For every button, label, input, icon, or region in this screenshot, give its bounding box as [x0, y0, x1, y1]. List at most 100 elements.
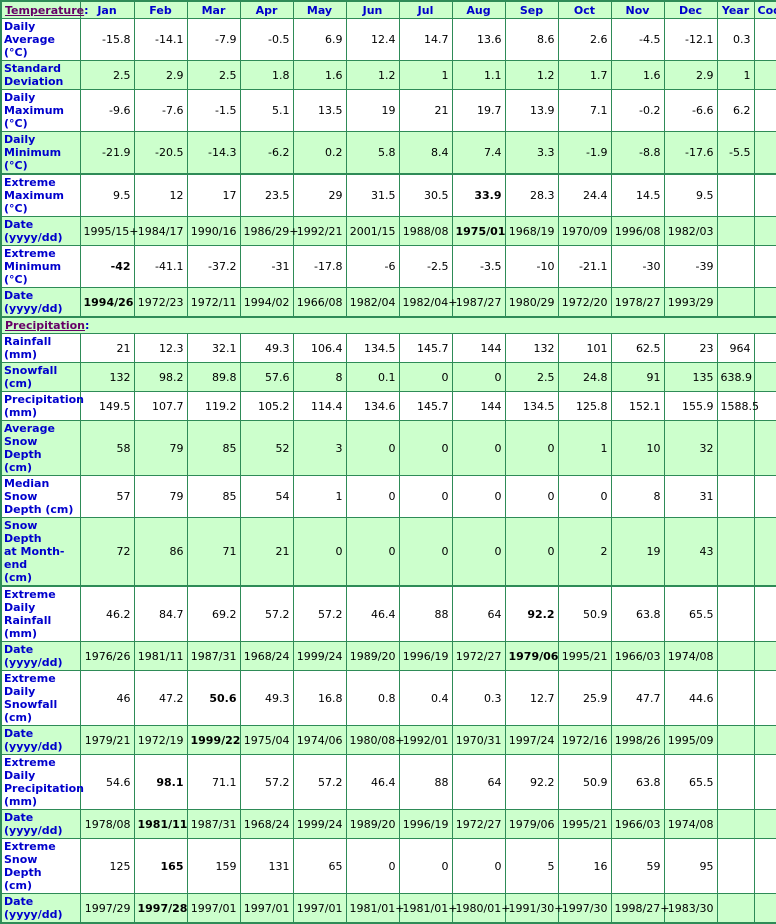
colon: :	[84, 3, 89, 17]
colon: :	[84, 319, 90, 332]
cell-code	[753, 216, 776, 246]
cell-dec: 44.6	[663, 670, 718, 726]
cell-aug: 64	[451, 585, 506, 642]
cell-jan: 1978/08	[79, 809, 135, 839]
cell-jun: 0.8	[345, 670, 400, 726]
cell-dec: -6.6	[663, 89, 718, 132]
cell-jan: 46.2	[79, 585, 135, 642]
cell-dec: 135	[663, 362, 718, 392]
cell-jan: 9.5	[79, 173, 135, 217]
cell-jun: 0	[345, 517, 400, 587]
cell-apr: 23.5	[239, 173, 294, 217]
row-label-line: Date	[4, 727, 34, 740]
cell-sep: 2.5	[504, 362, 559, 392]
cell-dec: 1995/09	[663, 725, 718, 755]
cell-mar: 85	[186, 475, 241, 518]
cell-oct: 25.9	[557, 670, 612, 726]
cell-mar: 17	[186, 173, 241, 217]
cell-feb: 1981/11	[133, 641, 188, 671]
row-label: Date (yyyy/dd)	[0, 809, 81, 839]
cell-jul: 8.4	[398, 131, 453, 175]
cell-may: 1966/08	[292, 287, 347, 318]
row-label-line: (yyyy/dd)	[4, 740, 63, 753]
cell-oct: 1972/16	[557, 725, 612, 755]
cell-may: 65	[292, 838, 347, 894]
row-label-line: Snow Depth	[4, 435, 42, 461]
table-row-snow-depth-at-month-end-cm: Snow Depth at Month-end (cm) 72 86 71 21 0 0 0 0 0 2…	[0, 517, 776, 587]
temperature-link[interactable]: Temperature	[5, 4, 84, 17]
record-value: 1997/28	[137, 901, 188, 915]
precipitation-link[interactable]: Precipitation	[5, 319, 85, 332]
cell-mar: 1987/31	[186, 809, 241, 839]
cell-may: 16.8	[292, 670, 347, 726]
cell-mar: 1990/16	[186, 216, 241, 246]
record-value: 92.2	[527, 607, 555, 621]
cell-apr: 5.1	[239, 89, 294, 132]
row-label-line: Extreme Daily	[4, 756, 56, 782]
cell-aug: 1972/27	[451, 641, 506, 671]
cell-oct: -1.9	[557, 131, 612, 175]
cell-jan: 149.5	[79, 391, 135, 421]
cell-aug: 64	[451, 754, 506, 810]
cell-code	[753, 754, 776, 810]
cell-aug: 1987/27	[451, 287, 506, 318]
cell-may: 1974/06	[292, 725, 347, 755]
row-label: Extreme Minimum (°C)	[0, 245, 81, 288]
cell-feb: 1981/11	[133, 809, 188, 839]
cell-code	[753, 838, 776, 894]
cell-apr: 1994/02	[239, 287, 294, 318]
cell-dec: 1974/08	[663, 641, 718, 671]
cell-feb: -14.1	[133, 18, 188, 61]
cell-feb: 1972/19	[133, 725, 188, 755]
cell-mar: 69.2	[186, 585, 241, 642]
row-label: Average Snow Depth (cm)	[0, 420, 81, 476]
cell-jul: -2.5	[398, 245, 453, 288]
cell-sep: 13.9	[504, 89, 559, 132]
table-row-date-yyyy-dd: Date (yyyy/dd) 1979/21 1972/19 1999/22 1975/0…	[0, 725, 776, 755]
record-value: 1975/01	[455, 224, 506, 238]
cell-dec: 9.5	[663, 173, 718, 217]
row-label: Precipitation (mm)	[0, 391, 84, 421]
header-row: Temperature: Jan Feb Mar Apr May Jun Jul…	[0, 0, 776, 19]
cell-dec: 43	[663, 517, 718, 587]
cell-year: 6.2	[716, 89, 755, 132]
cell-jul: 1	[398, 60, 453, 90]
cell-sep: 134.5	[504, 391, 559, 421]
row-label-line: Date	[4, 218, 34, 231]
month-header-jul: Jul	[398, 0, 453, 19]
cell-apr: -0.5	[239, 18, 294, 61]
cell-code: C	[753, 517, 776, 587]
cell-nov: 1978/27	[610, 287, 665, 318]
cell-may: 1999/24	[292, 641, 347, 671]
cell-oct: 24.4	[557, 173, 612, 217]
cell-sep: 1968/19	[504, 216, 559, 246]
cell-dec: 1974/08	[663, 809, 718, 839]
cell-sep: -10	[504, 245, 559, 288]
cell-mar: 89.8	[186, 362, 241, 392]
cell-dec: 155.9	[663, 391, 718, 421]
record-value: 33.9	[474, 189, 502, 202]
cell-mar: 71.1	[186, 754, 241, 810]
cell-sep: 1979/06	[504, 809, 559, 839]
cell-aug: 1975/01	[451, 216, 506, 246]
cell-year: 1588.5	[716, 391, 759, 421]
record-value: 1999/22	[190, 733, 241, 747]
precipitation-section-row: Precipitation:	[0, 316, 776, 334]
row-label-line: Extreme Daily	[4, 588, 56, 614]
cell-dec: -12.1	[663, 18, 718, 61]
cell-nov: 152.1	[610, 391, 665, 421]
cell-nov: 1998/26	[610, 725, 665, 755]
cell-may: 1999/24	[292, 809, 347, 839]
cell-may: 1997/01	[292, 893, 347, 924]
cell-apr: 21	[239, 517, 294, 587]
cell-mar: 119.2	[186, 391, 241, 421]
cell-jun: 12.4	[345, 18, 400, 61]
cell-may: 0.2	[292, 131, 347, 175]
cell-jul: 145.7	[398, 391, 453, 421]
cell-mar: -14.3	[186, 131, 241, 175]
cell-code: A	[753, 362, 776, 392]
row-label-line: (°C)	[4, 159, 28, 172]
cell-year: 0.3	[716, 18, 755, 61]
cell-apr: 1.8	[239, 60, 294, 90]
cell-may: 13.5	[292, 89, 347, 132]
